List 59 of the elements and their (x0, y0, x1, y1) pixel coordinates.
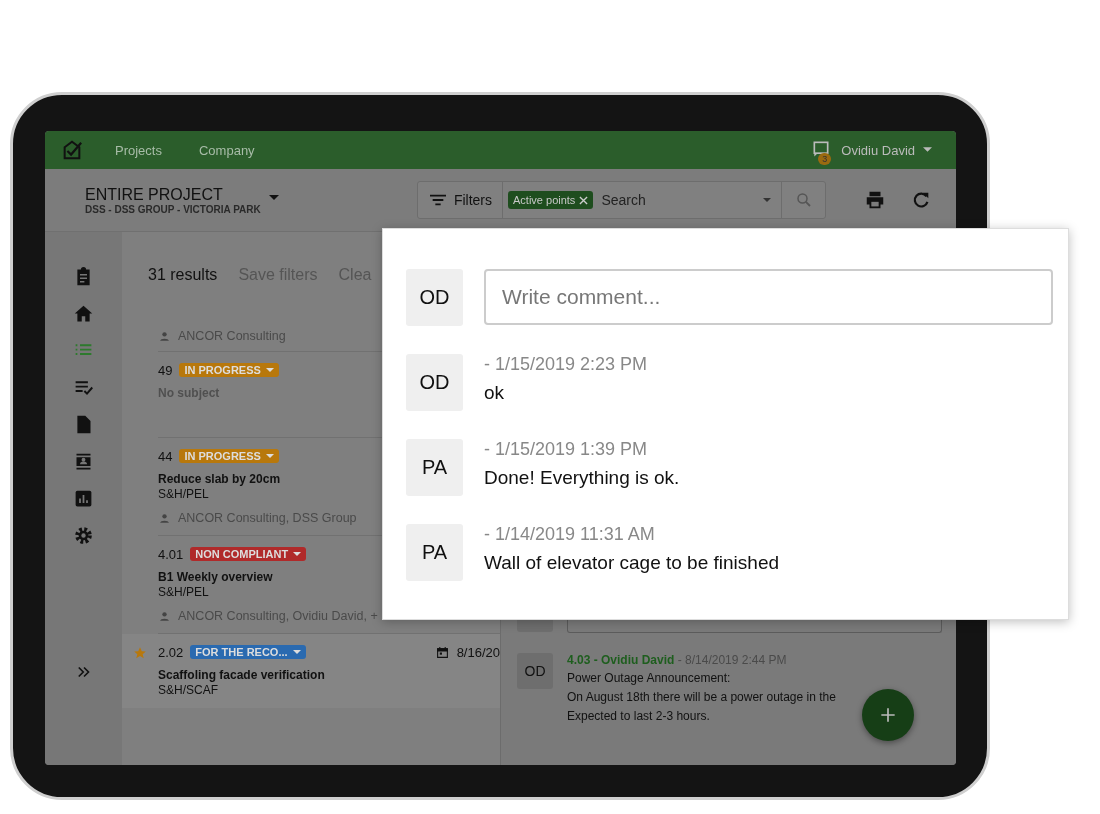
nav-link[interactable]: Projects (115, 142, 162, 158)
status-badge[interactable]: IN PROGRESS (179, 363, 279, 377)
point-item[interactable]: 2.02 FOR THE RECO... 8/16/20 Scaffoling facade verification S&H/SCAF (122, 634, 500, 708)
person-icon (158, 329, 171, 343)
remove-icon[interactable] (579, 195, 589, 205)
caret-icon[interactable] (268, 195, 279, 201)
comment-text: Power Outage Announcement: (567, 670, 732, 687)
caret-icon (923, 147, 932, 153)
user-menu[interactable]: Ovidiu David (841, 142, 932, 158)
point-subject: B1 Weekly overview (158, 569, 273, 585)
point-category: S&H/PEL (158, 487, 209, 502)
comment-text: On August 18th there will be a power outage in the (567, 689, 836, 706)
point-category: S&H/PEL (158, 585, 209, 600)
point-number: 49 (158, 362, 173, 378)
point-subject: Reduce slab by 20cm (158, 471, 281, 487)
calendar-icon (435, 645, 449, 659)
avatar: PA (406, 439, 463, 496)
comment-text: ok (484, 382, 506, 404)
filter-chip[interactable]: Active points (508, 191, 594, 209)
filters-button[interactable]: Filters (417, 182, 503, 218)
avatar: OD (406, 354, 463, 411)
point-subject: Scaffoling facade verification (158, 667, 325, 683)
search-icon (794, 191, 813, 209)
plus-icon (878, 705, 898, 725)
comment-time: - 1/15/2019 1:39 PM (484, 439, 649, 460)
home-icon[interactable] (73, 303, 94, 324)
avatar: PA (406, 524, 463, 581)
status-badge[interactable]: NON COMPLIANT (190, 547, 307, 561)
person-icon (158, 511, 171, 525)
filter-icon (429, 194, 446, 206)
search-input[interactable]: Search (599, 191, 763, 209)
comment-time: - 1/14/2019 11:31 AM (484, 524, 656, 545)
due-date: 8/16/20 (456, 644, 500, 660)
avatar: OD (517, 653, 553, 689)
comment-text: Expected to last 2-3 hours. (567, 708, 711, 725)
print-icon[interactable] (864, 189, 886, 211)
point-category: S&H/SCAF (158, 683, 218, 698)
point-number: 44 (158, 448, 173, 464)
caret-icon[interactable] (763, 197, 771, 203)
status-badge[interactable]: IN PROGRESS (179, 449, 279, 463)
point-number: 4.01 (158, 546, 184, 562)
project-subtitle: DSS - DSS GROUP - VICTORIA PARK (85, 203, 261, 215)
results-count: 31 results (148, 266, 218, 284)
status-badge[interactable]: FOR THE RECO... (190, 645, 306, 659)
checkbox-logo-icon (61, 139, 83, 161)
avatar: OD (406, 269, 463, 326)
nav-link[interactable]: Company (198, 142, 255, 158)
add-button[interactable] (862, 689, 914, 741)
notification-badge: 3 (818, 153, 832, 165)
person-icon (158, 609, 171, 623)
star-icon[interactable] (133, 646, 147, 660)
comment-input[interactable]: Write comment... (484, 269, 1053, 325)
project-title[interactable]: ENTIRE PROJECT (85, 185, 261, 204)
comment-time: - 1/15/2019 2:23 PM (484, 354, 648, 375)
settings-icon[interactable] (73, 525, 94, 546)
comment-text: Done! Everything is ok. (484, 467, 680, 489)
point-number: 2.02 (158, 644, 184, 660)
comment-text: Wall of elevator cage to be finished (484, 552, 780, 574)
bar-chart-icon[interactable] (73, 488, 94, 509)
